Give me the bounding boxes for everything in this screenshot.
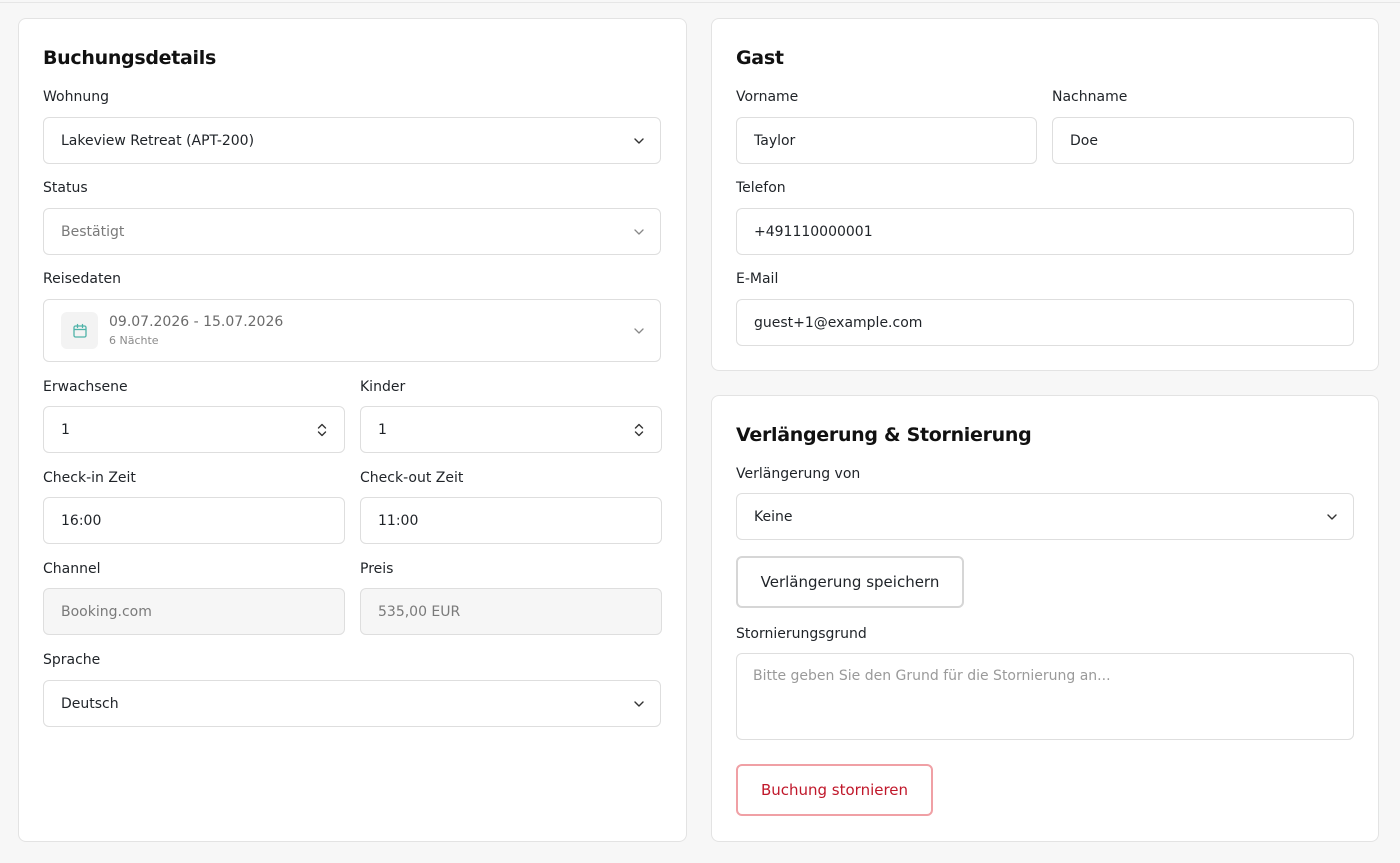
guest-card: Gast Vorname Taylor Nachname Doe Telefon… (711, 18, 1379, 371)
firstname-label: Vorname (736, 89, 799, 105)
chevron-down-icon (634, 700, 644, 707)
language-value: Deutsch (61, 695, 119, 712)
email-value: guest+1@example.com (754, 314, 923, 331)
lastname-input[interactable]: Doe (1052, 117, 1354, 164)
status-select[interactable]: Bestätigt (43, 208, 661, 255)
language-label: Sprache (43, 652, 101, 668)
adults-stepper[interactable]: 1 (43, 406, 345, 453)
extension-of-select[interactable]: Keine (736, 493, 1354, 540)
status-value: Bestätigt (61, 223, 125, 240)
extension-cancellation-card: Verlängerung & Stornierung Verlängerung … (711, 395, 1379, 842)
cancel-reason-label: Stornierungsgrund (736, 626, 867, 642)
chevron-down-icon (634, 327, 644, 334)
price-value: 535,00 EUR (378, 603, 461, 620)
extension-title: Verlängerung & Stornierung (736, 424, 1032, 446)
stepper-arrows-icon[interactable] (316, 421, 328, 439)
cancel-booking-button[interactable]: Buchung stornieren (736, 764, 933, 816)
chevron-down-icon (634, 137, 644, 144)
lastname-value: Doe (1070, 132, 1098, 149)
phone-label: Telefon (736, 180, 786, 196)
channel-label: Channel (43, 561, 101, 577)
extension-of-value: Keine (754, 508, 793, 525)
firstname-value: Taylor (754, 132, 796, 149)
checkout-label: Check-out Zeit (360, 470, 464, 486)
nights-count: 6 Nächte (109, 334, 159, 347)
lastname-label: Nachname (1052, 89, 1128, 105)
checkin-time-input[interactable]: 16:00 (43, 497, 345, 544)
top-divider (0, 2, 1400, 3)
save-extension-button[interactable]: Verlängerung speichern (736, 556, 964, 608)
extension-of-label: Verlängerung von (736, 466, 861, 482)
language-select[interactable]: Deutsch (43, 680, 661, 727)
phone-value: +491110000001 (754, 223, 873, 240)
price-label: Preis (360, 561, 394, 577)
email-label: E-Mail (736, 271, 779, 287)
cancel-reason-textarea[interactable]: Bitte geben Sie den Grund für die Storni… (736, 653, 1354, 740)
chevron-down-icon (1327, 513, 1337, 520)
apartment-label: Wohnung (43, 89, 109, 105)
booking-details-title: Buchungsdetails (43, 47, 216, 69)
calendar-icon (61, 312, 98, 349)
email-input[interactable]: guest+1@example.com (736, 299, 1354, 346)
apartment-select[interactable]: Lakeview Retreat (APT-200) (43, 117, 661, 164)
phone-input[interactable]: +491110000001 (736, 208, 1354, 255)
checkout-time-input[interactable]: 11:00 (360, 497, 662, 544)
status-label: Status (43, 180, 88, 196)
chevron-down-icon (634, 228, 644, 235)
travel-dates-label: Reisedaten (43, 271, 121, 287)
price-field: 535,00 EUR (360, 588, 662, 635)
adults-label: Erwachsene (43, 379, 128, 395)
stepper-arrows-icon[interactable] (633, 421, 645, 439)
checkout-value: 11:00 (378, 512, 419, 529)
guest-title: Gast (736, 47, 784, 69)
date-range-text: 09.07.2026 - 15.07.2026 (109, 314, 284, 330)
children-label: Kinder (360, 379, 406, 395)
adults-value: 1 (61, 421, 70, 438)
booking-details-card: Buchungsdetails Wohnung Lakeview Retreat… (18, 18, 687, 842)
channel-field: Booking.com (43, 588, 345, 635)
travel-dates-picker[interactable]: 09.07.2026 - 15.07.2026 6 Nächte (43, 299, 661, 362)
checkin-label: Check-in Zeit (43, 470, 136, 486)
firstname-input[interactable]: Taylor (736, 117, 1037, 164)
children-value: 1 (378, 421, 387, 438)
checkin-value: 16:00 (61, 512, 102, 529)
channel-value: Booking.com (61, 603, 152, 620)
children-stepper[interactable]: 1 (360, 406, 662, 453)
apartment-value: Lakeview Retreat (APT-200) (61, 132, 255, 149)
